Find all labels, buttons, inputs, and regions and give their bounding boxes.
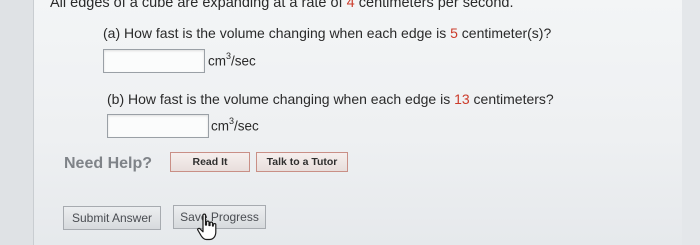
left-frame [0, 0, 34, 245]
talk-to-tutor-button[interactable]: Talk to a Tutor [256, 152, 348, 172]
edge-b-value: 13 [454, 91, 470, 107]
problem-statement: All edges of a cube are expanding at a r… [50, 0, 514, 11]
submit-answer-button[interactable]: Submit Answer [63, 206, 161, 230]
unit-b-exponent: 3 [229, 116, 235, 126]
question-a-text: (a) How fast is the volume changing when… [103, 25, 451, 41]
save-progress-button[interactable]: Save Progress [173, 205, 266, 229]
rate-value: 4 [346, 0, 355, 11]
question-page: All edges of a cube are expanding at a r… [0, 0, 700, 245]
unit-a-exponent: 3 [226, 51, 232, 61]
problem-text: All edges of a cube are expanding at a r… [50, 0, 347, 11]
hand-pointer-icon [197, 213, 217, 241]
unit-b-label: cm3/sec [211, 116, 259, 134]
unit-a-base: cm [208, 53, 226, 69]
right-frame [682, 0, 700, 245]
question-b: (b) How fast is the volume changing when… [107, 91, 554, 107]
problem-text-end: centimeters per second. [354, 0, 514, 11]
question-a: (a) How fast is the volume changing when… [103, 25, 551, 41]
unit-b-base: cm [211, 118, 229, 134]
unit-b-tail: /sec [234, 118, 259, 134]
need-help-label: Need Help? [64, 155, 153, 172]
unit-a-label: cm3/sec [208, 51, 256, 69]
answer-b-input[interactable] [107, 114, 209, 138]
edge-a-value: 5 [450, 25, 458, 41]
question-b-text-end: centimeters? [469, 91, 554, 107]
read-it-button[interactable]: Read It [170, 152, 250, 172]
question-a-text-end: centimeter(s)? [457, 25, 552, 41]
question-b-text: (b) How fast is the volume changing when… [107, 91, 455, 107]
unit-a-tail: /sec [231, 53, 256, 69]
answer-a-input[interactable] [103, 49, 205, 73]
